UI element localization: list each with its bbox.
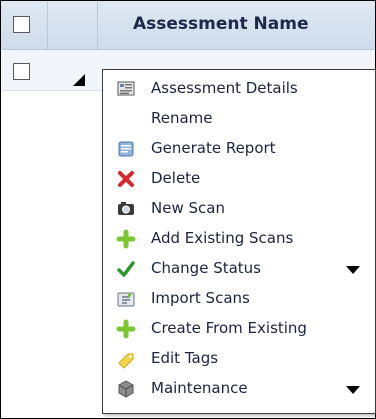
column-divider [47, 1, 48, 49]
menu-item-rename[interactable]: Rename [103, 104, 375, 133]
menu-item-label: Add Existing Scans [151, 229, 294, 247]
scan-icon [116, 199, 136, 219]
menu-item-label: Generate Report [151, 139, 276, 157]
menu-item-label: Change Status [151, 259, 261, 277]
menu-item-maintenance[interactable]: Maintenance [103, 374, 375, 403]
delete-icon [116, 169, 136, 189]
menu-item-label: Assessment Details [151, 79, 298, 97]
menu-item-import-scans[interactable]: Import Scans [103, 284, 375, 313]
column-header-assessment-name[interactable]: Assessment Name [133, 1, 309, 49]
row-checkbox[interactable] [13, 63, 30, 80]
submenu-arrow-icon [346, 266, 360, 274]
menu-item-label: Create From Existing [151, 319, 307, 337]
menu-item-label: Maintenance [151, 379, 248, 397]
assessment-grid: Assessment Name Assessment Details Renam… [0, 0, 376, 419]
menu-item-label: Rename [151, 109, 213, 127]
import-icon [116, 289, 136, 309]
menu-item-label: Delete [151, 169, 201, 187]
maintenance-icon [116, 379, 136, 399]
plus-icon [116, 319, 136, 339]
context-menu: Assessment Details Rename Generate Repor… [102, 69, 376, 414]
menu-item-label: Import Scans [151, 289, 250, 307]
menu-item-label: Edit Tags [151, 349, 219, 367]
menu-item-change-status[interactable]: Change Status [103, 254, 375, 283]
column-divider [97, 1, 98, 49]
plus-icon [116, 229, 136, 249]
menu-item-assessment-details[interactable]: Assessment Details [103, 74, 375, 103]
row-expand-icon[interactable] [73, 74, 85, 86]
menu-item-edit-tags[interactable]: Edit Tags [103, 344, 375, 373]
select-all-checkbox[interactable] [13, 16, 30, 33]
grid-header: Assessment Name [1, 1, 375, 50]
menu-item-generate-report[interactable]: Generate Report [103, 134, 375, 163]
report-icon [116, 139, 136, 159]
menu-item-label: New Scan [151, 199, 225, 217]
checkmark-icon [116, 259, 136, 279]
assessment-details-icon [116, 79, 136, 99]
menu-item-delete[interactable]: Delete [103, 164, 375, 193]
submenu-arrow-icon [346, 386, 360, 394]
menu-item-create-from-existing[interactable]: Create From Existing [103, 314, 375, 343]
menu-item-add-existing-scans[interactable]: Add Existing Scans [103, 224, 375, 253]
tag-icon [116, 349, 136, 369]
menu-item-new-scan[interactable]: New Scan [103, 194, 375, 223]
